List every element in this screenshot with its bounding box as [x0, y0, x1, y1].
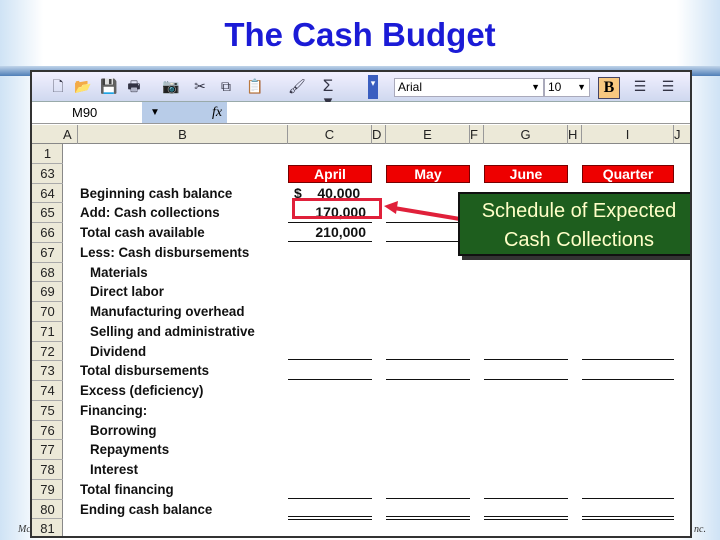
slide-title: The Cash Budget — [224, 16, 496, 53]
spreadsheet-window: 🗋 📂 💾 🖶 📷 ✂ ⧉ 📋 🖌 Σ ▾ ▾ Arial▼ 10▼ B ☰ ☰… — [30, 70, 692, 538]
callout-line-1: Schedule of Expected — [481, 200, 677, 222]
callout-schedule-of-expected-cash-collections: Schedule of Expected Cash Collections — [458, 192, 690, 256]
footer-left: Mc — [18, 524, 31, 535]
callout-arrow — [384, 201, 461, 221]
footer-right: nc. — [694, 524, 706, 535]
callout-line-2: Cash Collections — [503, 229, 655, 251]
